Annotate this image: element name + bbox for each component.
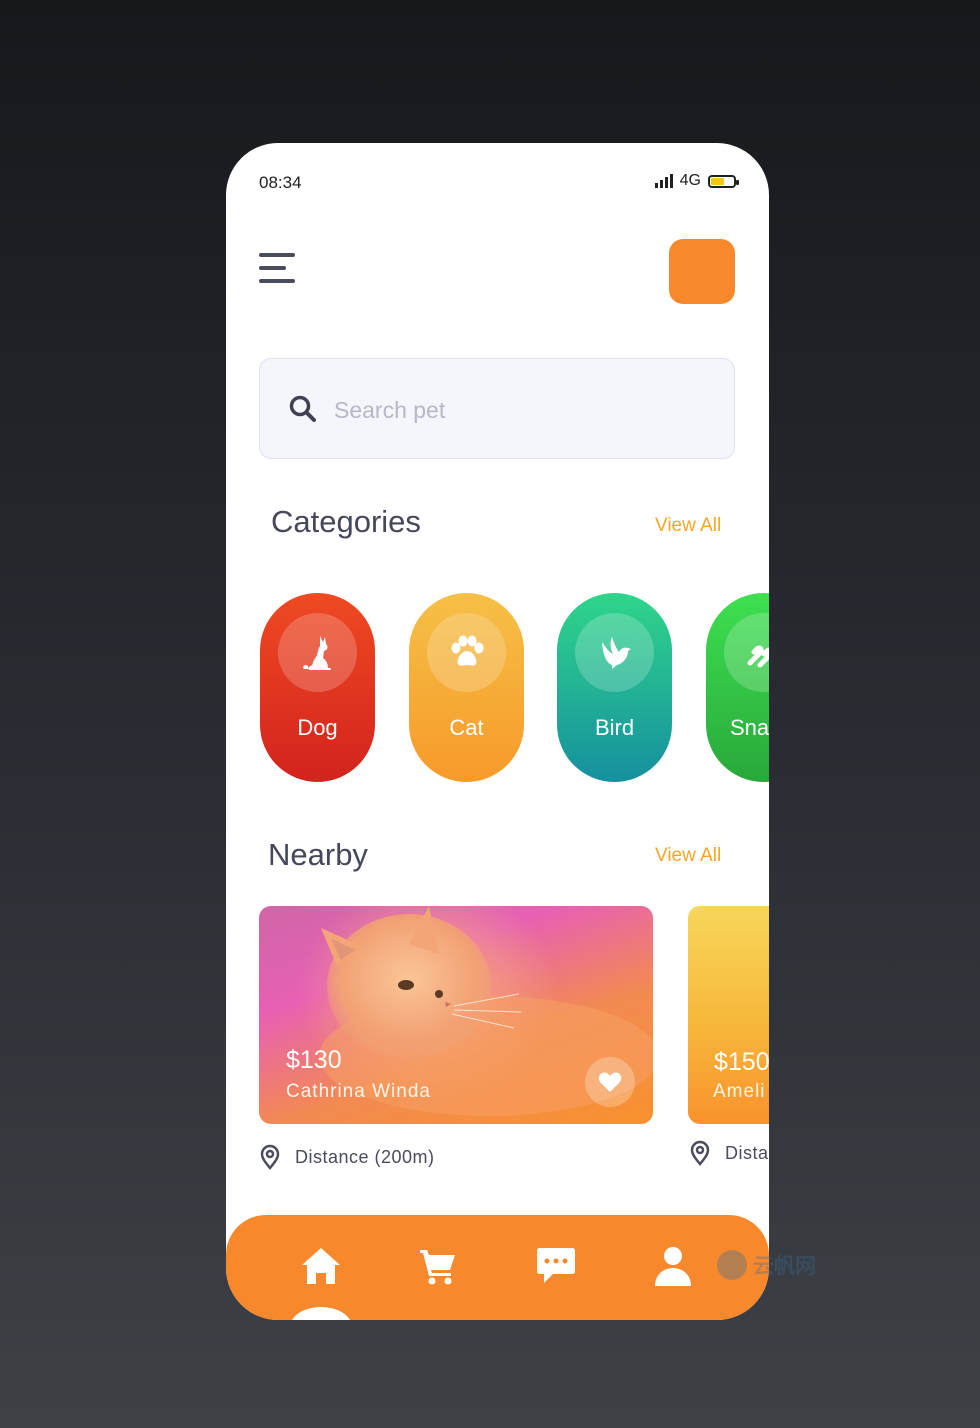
category-cat[interactable]: Cat (409, 593, 524, 782)
battery-icon (708, 174, 739, 188)
pet-card[interactable]: $150 Ameli (688, 906, 769, 1124)
status-time: 08:34 (259, 173, 302, 192)
category-dog[interactable]: Dog (260, 593, 375, 782)
home-icon (302, 1248, 340, 1284)
pet-owner-name: Cathrina Winda (286, 1081, 431, 1102)
location-pin-icon (690, 1140, 710, 1166)
hamburger-menu-icon[interactable] (259, 253, 299, 287)
user-icon (655, 1247, 691, 1286)
watermark: 云帆网 (717, 1250, 816, 1280)
categories-title: Categories (271, 504, 421, 539)
pet-price: $130 (286, 1046, 342, 1074)
pet-price: $150 (714, 1048, 769, 1076)
location-pin-icon (260, 1144, 280, 1170)
active-tab-indicator (290, 1307, 352, 1320)
cart-icon (420, 1250, 455, 1285)
search-bar[interactable] (259, 358, 735, 459)
bird-icon (575, 613, 654, 692)
heart-icon (598, 1072, 622, 1092)
pet-owner-name: Ameli (713, 1081, 766, 1102)
pet-card[interactable]: $130 Cathrina Winda (259, 906, 653, 1124)
categories-view-all-link[interactable]: View All (655, 515, 721, 537)
category-bird-label: Bird (594, 715, 635, 740)
category-dog-label: Dog (297, 715, 338, 740)
nav-cart[interactable] (415, 1243, 461, 1289)
nearby-title: Nearby (268, 837, 368, 872)
category-snake-label: Sna (730, 715, 769, 740)
search-input[interactable] (332, 389, 716, 431)
nearby-view-all-link[interactable]: View All (655, 845, 721, 867)
nav-messages[interactable] (533, 1243, 579, 1289)
watermark-text: 云帆网 (753, 1255, 816, 1278)
network-type: 4G (679, 172, 701, 189)
pet-distance: Distance (200m) (259, 1144, 435, 1170)
dog-icon (278, 613, 357, 692)
pet-distance-text: Distance (200m) (295, 1146, 435, 1167)
snake-icon (724, 613, 769, 692)
favorite-button[interactable] (585, 1057, 635, 1107)
category-cat-label: Cat (449, 715, 484, 740)
nav-home[interactable] (298, 1243, 344, 1289)
pet-distance-text: Dista (725, 1142, 769, 1163)
nav-profile[interactable] (650, 1243, 696, 1289)
category-snake[interactable]: Sna (706, 593, 769, 782)
chat-icon (537, 1248, 575, 1283)
pet-distance: Dista (689, 1140, 769, 1166)
profile-button[interactable] (669, 239, 735, 304)
signal-icon (654, 174, 673, 188)
status-indicators: 4G (654, 172, 739, 190)
paw-icon (427, 613, 506, 692)
phone-screen: 08:34 4G Categories View All Dog (226, 143, 769, 1320)
category-bird[interactable]: Bird (557, 593, 672, 782)
search-icon (289, 395, 316, 422)
bottom-navigation (226, 1215, 769, 1320)
watermark-logo-icon (717, 1250, 747, 1280)
